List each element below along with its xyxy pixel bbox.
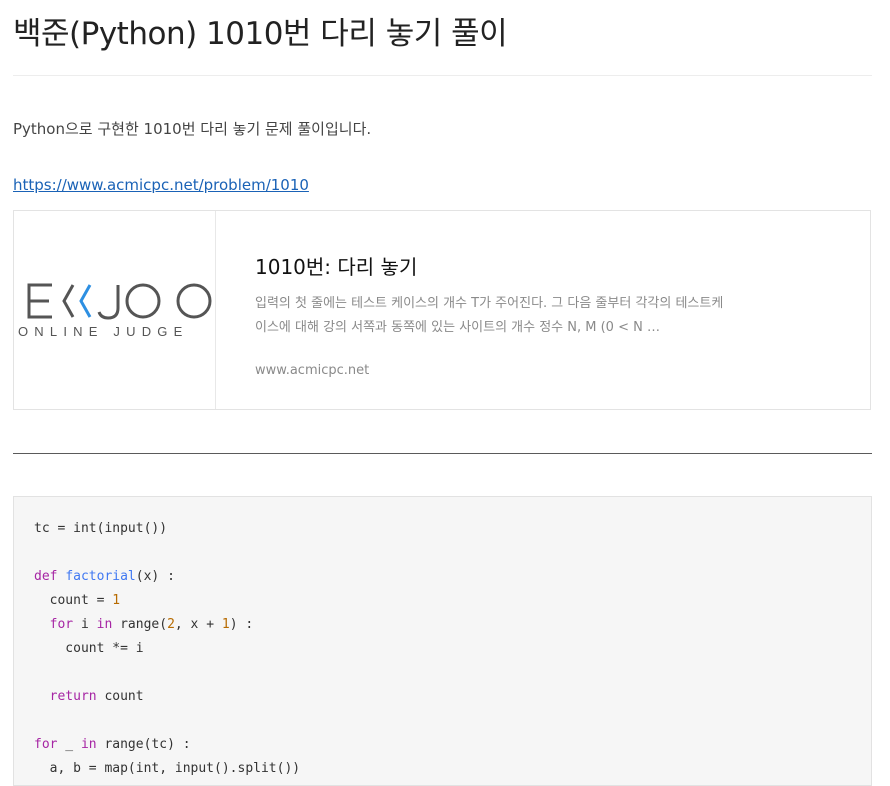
code-text: ) :	[229, 617, 254, 632]
code-text: _	[57, 737, 81, 752]
code-line: for _ in range(tc) :	[34, 733, 191, 757]
code-keyword: return	[49, 689, 97, 704]
baekjoon-logo	[27, 283, 212, 320]
code-text: range(	[112, 617, 168, 632]
post-title: 백준(Python) 1010번 다리 놓기 풀이	[13, 16, 508, 52]
section-divider	[13, 453, 872, 454]
card-title[interactable]: 1010번: 다리 놓기	[255, 251, 417, 280]
code-line: count *= i	[34, 637, 144, 661]
code-text: count *= i	[34, 641, 144, 656]
card-thumbnail: ONLINE JUDGE	[14, 211, 216, 409]
code-keyword: in	[80, 737, 97, 752]
logo-letter-o	[125, 283, 161, 319]
code-line: def factorial(x) :	[34, 565, 175, 589]
code-text: i	[73, 617, 97, 632]
card-domain: www.acmicpc.net	[255, 363, 370, 378]
code-text: , x +	[174, 617, 222, 632]
code-text: tc = int(input())	[34, 521, 168, 536]
code-line: return count	[34, 685, 144, 709]
code-text: count =	[34, 593, 113, 608]
logo-letter-k	[62, 284, 92, 318]
code-text: (x) :	[135, 569, 175, 584]
code-line: for i in range(2, x + 1) :	[34, 613, 254, 637]
code-function-name: factorial	[65, 569, 136, 584]
code-line: a, b = map(int, input().split())	[34, 757, 300, 781]
code-text: count	[96, 689, 144, 704]
code-number: 1	[221, 617, 230, 632]
logo-letter-j	[97, 285, 120, 320]
logo-letter-e	[27, 283, 52, 319]
code-keyword: def	[34, 569, 58, 584]
code-keyword: for	[34, 737, 58, 752]
intro-text: Python으로 구현한 1010번 다리 놓기 문제 풀이입니다.	[13, 120, 372, 138]
code-number: 1	[112, 593, 121, 608]
title-divider	[13, 75, 872, 76]
code-keyword: for	[49, 617, 74, 632]
link-preview-card[interactable]: ONLINE JUDGE 1010번: 다리 놓기 입력의 첫 줄에는 테스트 …	[13, 210, 871, 410]
code-text: range(tc) :	[96, 737, 191, 752]
code-block[interactable]: tc = int(input()) def factorial(x) : coun…	[13, 496, 872, 786]
code-keyword: in	[96, 617, 113, 632]
problem-link[interactable]: https://www.acmicpc.net/problem/1010	[13, 176, 309, 194]
logo-letter-o	[176, 283, 212, 319]
code-number: 2	[167, 617, 175, 632]
logo-subtitle: ONLINE JUDGE	[18, 324, 189, 339]
code-text: a, b = map(int, input().split())	[34, 761, 301, 776]
code-line: tc = int(input())	[34, 517, 167, 541]
code-line: count = 1	[34, 589, 120, 613]
card-description: 입력의 첫 줄에는 테스트 케이스의 개수 T가 주어진다. 그 다음 줄부터 …	[255, 296, 724, 335]
